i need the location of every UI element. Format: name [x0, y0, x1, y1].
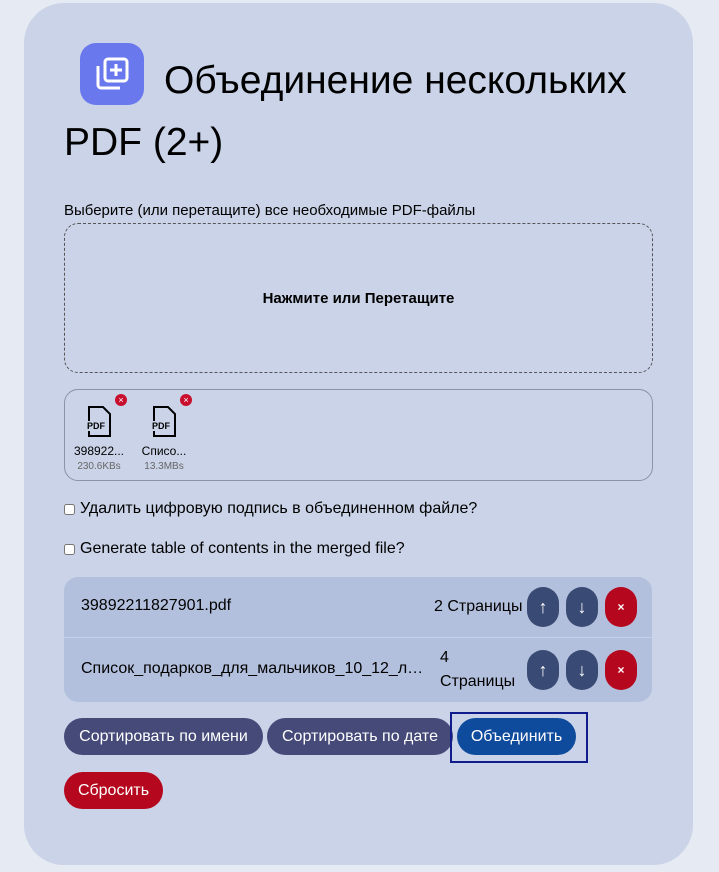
move-down-button[interactable]: ↓ — [566, 650, 598, 690]
generate-toc-checkbox[interactable] — [64, 543, 75, 555]
reset-button[interactable]: Сбросить — [64, 772, 163, 809]
pdf-file-icon: PDF — [86, 406, 111, 437]
upload-label: Выберите (или перетащите) все необходимы… — [64, 202, 476, 219]
page-count: 4 Страницы — [440, 646, 515, 694]
move-up-button[interactable]: ↑ — [527, 587, 559, 627]
page-count: 2 Страницы — [434, 598, 523, 615]
remove-file-icon[interactable]: × — [115, 394, 127, 406]
file-name: Список_подарков_для_мальчиков_10_12_лет.… — [81, 660, 426, 677]
uploaded-files-preview: × PDF 398922... 230.6KBs × PDF Списо... … — [64, 389, 653, 481]
pdf-file-icon: PDF — [151, 406, 176, 437]
remove-file-button[interactable]: × — [605, 650, 637, 690]
pdf-badge: PDF — [152, 421, 171, 431]
file-thumbnail: × PDF 398922... 230.6KBs — [69, 394, 129, 472]
generate-toc-option[interactable]: Generate table of contents in the merged… — [64, 540, 405, 558]
sort-by-date-button[interactable]: Сортировать по дате — [267, 718, 453, 755]
list-item: Список_подарков_для_мальчиков_10_12_лет.… — [64, 637, 652, 698]
page-title: Объединение нескольких PDF (2+) — [64, 59, 627, 164]
page-count-number: 4 — [440, 649, 449, 666]
remove-signature-label: Удалить цифровую подпись в объединенном … — [80, 500, 478, 517]
list-item: 39892211827901.pdf 2 Страницы ↑ ↓ × — [64, 577, 652, 637]
thumbnail-name: 398922... — [73, 444, 125, 458]
remove-file-icon[interactable]: × — [180, 394, 192, 406]
thumbnail-size: 230.6KBs — [77, 461, 121, 472]
dropzone-text: Нажмите или Перетащите — [262, 289, 455, 307]
pdf-badge: PDF — [87, 421, 106, 431]
remove-signature-option[interactable]: Удалить цифровую подпись в объединенном … — [64, 500, 477, 518]
thumbnail-name: Списо... — [141, 444, 187, 458]
generate-toc-label: Generate table of contents in the merged… — [80, 540, 405, 557]
sort-by-name-button[interactable]: Сортировать по имени — [64, 718, 263, 755]
move-down-button[interactable]: ↓ — [566, 587, 598, 627]
file-thumbnail: × PDF Списо... 13.3MBs — [134, 394, 194, 472]
file-order-list: 39892211827901.pdf 2 Страницы ↑ ↓ × Спис… — [64, 577, 652, 702]
move-up-button[interactable]: ↑ — [527, 650, 559, 690]
page-count-word: Страницы — [440, 673, 516, 690]
remove-signature-checkbox[interactable] — [64, 503, 75, 515]
remove-file-button[interactable]: × — [605, 587, 637, 627]
file-name: 39892211827901.pdf — [81, 597, 232, 614]
file-dropzone[interactable]: Нажмите или Перетащите — [64, 223, 653, 373]
merge-button[interactable]: Объединить — [457, 718, 576, 755]
thumbnail-size: 13.3MBs — [144, 461, 184, 472]
